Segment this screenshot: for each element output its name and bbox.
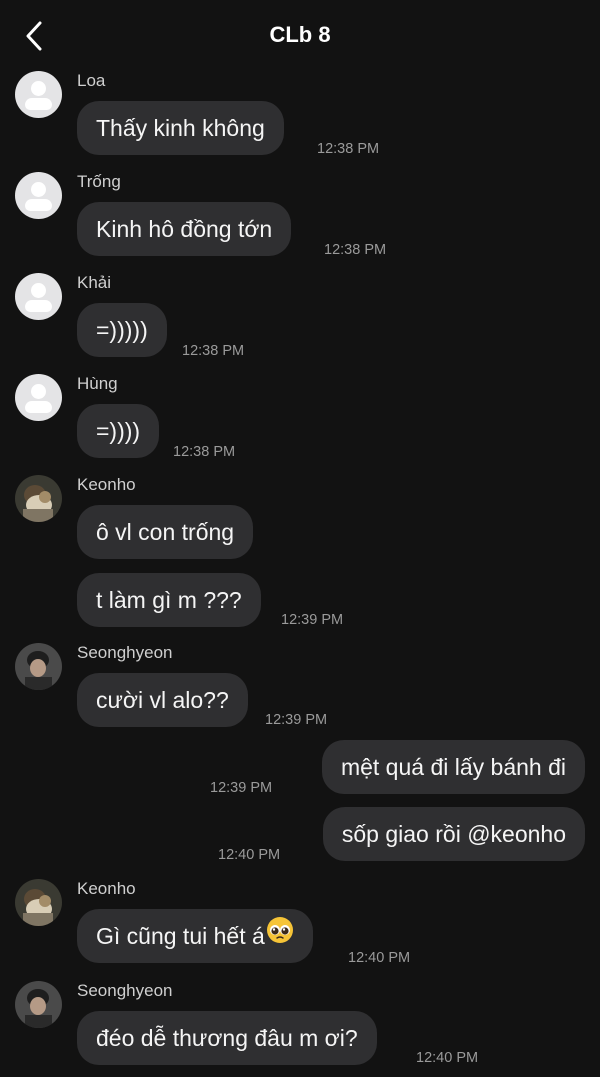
message-timestamp: 12:39 PM xyxy=(281,612,344,628)
message-timestamp: 12:38 PM xyxy=(173,444,236,460)
default-avatar-head xyxy=(31,283,46,298)
default-avatar-head xyxy=(31,81,46,96)
message-bubble[interactable]: t làm gì m ??? xyxy=(77,573,261,627)
sender-name: Hùng xyxy=(77,374,118,393)
message-bubble[interactable]: cười vl alo?? xyxy=(77,673,248,727)
message-bubble[interactable]: Gì cũng tui hết á xyxy=(77,909,313,963)
pleading-face-emoji-icon xyxy=(266,909,294,963)
message-timestamp: 12:39 PM xyxy=(265,712,328,728)
avatar[interactable] xyxy=(15,374,62,421)
message-bubble[interactable]: đéo dễ thương đâu m ơi? xyxy=(77,1011,377,1065)
avatar[interactable] xyxy=(15,273,62,320)
sender-name: Trống xyxy=(77,172,121,191)
message-timestamp: 12:39 PM xyxy=(210,780,273,796)
sender-name: Seonghyeon xyxy=(77,643,173,662)
sender-name: Keonho xyxy=(77,475,136,494)
message-bubble[interactable]: =)))) xyxy=(77,404,160,458)
avatar[interactable] xyxy=(15,879,62,926)
sender-name: Keonho xyxy=(77,879,136,898)
sender-name: Loa xyxy=(77,71,106,90)
default-avatar-body xyxy=(25,98,52,110)
message-bubble[interactable]: Thấy kinh không xyxy=(77,101,284,155)
avatar[interactable] xyxy=(15,71,62,118)
avatar[interactable] xyxy=(15,981,62,1028)
message-bubble[interactable]: mệt quá đi lấy bánh đi xyxy=(321,740,585,794)
sender-name: Khải xyxy=(77,273,112,292)
profile-photo xyxy=(15,643,62,690)
message-bubble[interactable]: Kinh hô đồng tớn xyxy=(77,202,292,256)
avatar[interactable] xyxy=(15,172,62,219)
chat-header: CLb 8 xyxy=(0,0,600,72)
default-avatar-body xyxy=(25,199,52,211)
message-timestamp: 12:40 PM xyxy=(416,1050,479,1066)
message-text: Gì cũng tui hết á xyxy=(96,923,265,949)
message-timestamp: 12:38 PM xyxy=(182,343,245,359)
message-bubble[interactable]: sốp giao rồi @keonho xyxy=(322,807,585,861)
message-timestamp: 12:40 PM xyxy=(218,847,281,863)
message-bubble[interactable]: ô vl con trống xyxy=(77,505,254,559)
default-avatar-head xyxy=(31,384,46,399)
avatar[interactable] xyxy=(15,475,62,522)
profile-photo xyxy=(15,475,62,522)
default-avatar-body xyxy=(25,401,52,413)
message-timestamp: 12:38 PM xyxy=(317,141,380,157)
message-timestamp: 12:40 PM xyxy=(348,950,411,966)
avatar[interactable] xyxy=(15,643,62,690)
default-avatar-head xyxy=(31,182,46,197)
sender-name: Seonghyeon xyxy=(77,981,173,1000)
profile-photo xyxy=(15,981,62,1028)
message-timestamp: 12:38 PM xyxy=(324,242,387,258)
default-avatar-body xyxy=(25,300,52,312)
message-bubble[interactable]: =))))) xyxy=(77,303,167,357)
profile-photo xyxy=(15,879,62,926)
chat-title: CLb 8 xyxy=(269,22,331,47)
